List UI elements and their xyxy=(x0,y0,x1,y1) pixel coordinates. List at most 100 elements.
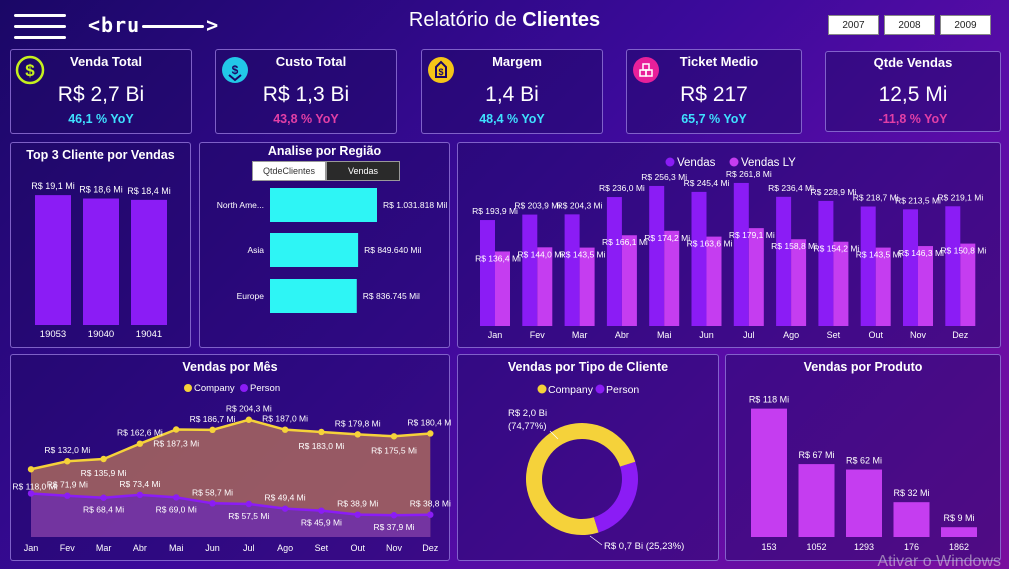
data-label: R$ 132,0 Mi xyxy=(44,445,90,455)
year-button-2007[interactable]: 2007 xyxy=(828,15,879,35)
bar-vendas xyxy=(522,214,538,326)
company-point xyxy=(136,440,144,447)
legend-marker xyxy=(240,384,248,392)
data-label: R$ 2,0 Bi xyxy=(508,408,547,419)
bar xyxy=(270,188,377,222)
data-label: R$ 45,9 Mi xyxy=(301,518,342,528)
year-button-2008[interactable]: 2008 xyxy=(884,15,935,35)
kpi-title: Qtde Vendas xyxy=(873,55,953,70)
bar xyxy=(83,198,119,325)
data-label: R$ 37,9 Mi xyxy=(373,522,414,532)
kpi-value: 1,4 Bi xyxy=(485,83,539,106)
company-point xyxy=(318,428,325,436)
kpi-title: Ticket Medio xyxy=(679,54,759,69)
company-point xyxy=(427,430,434,437)
x-tick-label: 1293 xyxy=(854,542,874,552)
person-point xyxy=(318,507,325,514)
bar xyxy=(131,199,167,325)
x-tick-label: Jul xyxy=(243,543,255,553)
person-point xyxy=(281,505,289,512)
data-label: R$ 203,9 Mi xyxy=(514,201,560,211)
data-label: R$ 9 Mi xyxy=(943,513,974,523)
tipo-cliente-chart: Company Person R$ 2,0 Bi (74,77%) R$ 0,7 Bi … xyxy=(508,384,684,552)
company-point xyxy=(100,455,107,463)
bar-vendas xyxy=(776,196,792,326)
x-tick-label: Mai xyxy=(657,330,672,340)
data-label: R$ 163,6 Mi xyxy=(687,239,733,249)
x-tick-label: Set xyxy=(827,330,841,340)
bar-vendas-ly xyxy=(960,243,976,326)
kpi-margem: $ Margem 1,4 Bi 48,4 % YoY xyxy=(421,49,603,134)
data-label: R$ 213,5 Mi xyxy=(895,195,941,205)
company-point xyxy=(27,466,35,473)
x-tick-label: Mar xyxy=(572,330,588,340)
data-label: R$ 261,8 Mi xyxy=(726,169,772,179)
data-label: R$ 154,2 Mi xyxy=(813,244,859,254)
kpi-yoy: 46,1 % YoY xyxy=(68,112,134,126)
data-label: R$ 135,9 Mi xyxy=(81,468,127,478)
top3-clientes-panel: Top 3 Cliente por Vendas R$ 19,1 Mi 19053… xyxy=(10,142,191,348)
legend-label: Company xyxy=(194,383,235,394)
x-tick-label: Mai xyxy=(169,543,184,553)
person-point xyxy=(64,492,71,499)
legend-marker xyxy=(665,157,675,167)
data-label: R$ 179,8 Mi xyxy=(335,418,381,428)
bar xyxy=(270,279,357,313)
x-tick-label: Jun xyxy=(699,330,714,340)
data-label: R$ 193,9 Mi xyxy=(472,206,518,216)
vendas-ly-chart: Vendas Vendas LY R$ 193,9 Mi R$ 136,4 Mi Jan… xyxy=(472,157,986,340)
data-label: R$ 219,1 Mi xyxy=(937,192,983,202)
data-label: R$ 18,6 Mi xyxy=(79,185,123,195)
x-tick-label: Jan xyxy=(24,543,39,553)
kpi-yoy: -11,8 % YoY xyxy=(878,112,948,126)
bar xyxy=(798,464,835,537)
data-label: R$ 183,0 Mi xyxy=(298,441,344,451)
bar xyxy=(846,469,882,537)
company-point xyxy=(209,426,216,434)
person-point xyxy=(390,512,398,519)
x-tick-label: Ago xyxy=(277,543,293,553)
vendas-mes-panel: Vendas por Mês Company Person R$ 118,0 Mi R… xyxy=(10,354,451,561)
leader-line xyxy=(589,535,603,546)
data-label: R$ 204,3 Mi xyxy=(557,200,603,210)
bar-vendas xyxy=(903,209,918,326)
year-button-2009[interactable]: 2009 xyxy=(940,15,991,35)
kpi-value: R$ 1,3 Bi xyxy=(262,83,350,106)
data-label: R$ 32 Mi xyxy=(893,488,929,498)
person-point xyxy=(245,500,252,508)
data-label: R$ 245,4 Mi xyxy=(684,178,730,188)
x-tick-label: Dez xyxy=(952,330,969,340)
regiao-chart: North Ame... R$ 1.031.818 Mil Asia R$ 849.6… xyxy=(217,188,447,313)
top3-chart: R$ 19,1 Mi 19053 R$ 18,6 Mi 19040 R$ 18,4 Mi… xyxy=(31,181,171,340)
data-label: R$ 58,7 Mi xyxy=(192,487,233,497)
company-point xyxy=(173,426,180,433)
data-label: R$ 256,3 Mi xyxy=(641,172,687,182)
person-point xyxy=(427,511,434,518)
y-tick-label: Asia xyxy=(247,245,264,255)
bar-vendas xyxy=(564,214,580,326)
data-label: R$ 228,9 Mi xyxy=(810,187,856,197)
bar xyxy=(893,502,930,537)
x-tick-label: Mar xyxy=(96,543,112,553)
data-label-pct: (74,77%) xyxy=(508,421,547,432)
data-label: R$ 174,2 Mi xyxy=(644,233,690,243)
legend-label: Vendas xyxy=(677,157,716,169)
legend-marker xyxy=(729,157,739,167)
x-tick-label: Nov xyxy=(386,543,403,553)
data-label: R$ 158,8 Mi xyxy=(771,241,817,251)
data-label: R$ 236,0 Mi xyxy=(599,183,645,193)
y-tick-label: Europe xyxy=(237,291,265,301)
data-label: R$ 57,5 Mi xyxy=(228,511,269,521)
x-tick-label: Set xyxy=(315,543,329,553)
kpi-value: R$ 2,7 Bi xyxy=(57,83,145,106)
bar-vendas xyxy=(860,206,876,326)
legend-marker xyxy=(595,384,605,394)
donut-slice xyxy=(593,461,638,533)
data-label: R$ 1.031.818 Mil xyxy=(383,200,447,210)
legend-marker xyxy=(184,384,192,392)
data-label: R$ 186,7 Mi xyxy=(190,414,236,424)
kpi-value: 12,5 Mi xyxy=(878,83,948,106)
x-tick-label: 1862 xyxy=(949,542,969,552)
produto-panel: Vendas por Produto R$ 118 Mi 153 R$ 67 Mi 1… xyxy=(725,354,1001,561)
vendas-mes-chart: Company PersonR$ 118,0 MiR$ 132,0 MiR$ 13… xyxy=(12,383,451,553)
